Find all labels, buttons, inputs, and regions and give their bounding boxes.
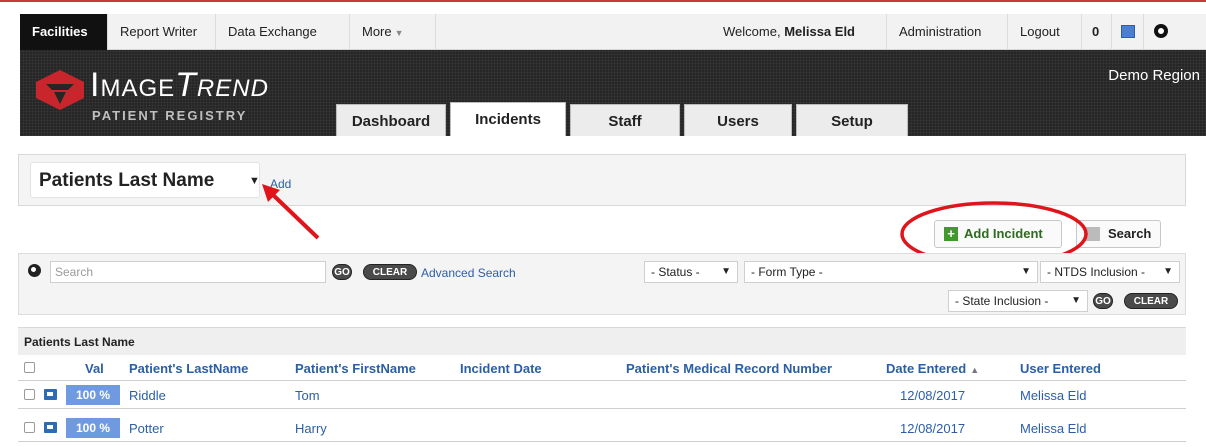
col-date-entered-label: Date Entered xyxy=(886,361,967,376)
nav-administration[interactable]: Administration xyxy=(887,14,1008,50)
col-last-name[interactable]: Patient's LastName xyxy=(129,361,248,376)
cell-last-name[interactable]: Potter xyxy=(129,421,164,436)
cell-date-entered: 12/08/2017 xyxy=(900,421,966,436)
notification-count[interactable]: 0 xyxy=(1082,14,1112,50)
chevron-down-icon: ▼ xyxy=(1163,266,1173,277)
row-checkbox[interactable] xyxy=(24,422,35,433)
validity-badge: 100 % xyxy=(66,418,120,438)
table-section-title: Patients Last Name xyxy=(24,335,135,349)
tab-staff-label: Staff xyxy=(608,113,642,130)
nav-more-label: More xyxy=(362,24,392,39)
top-nav: Facilities Report Writer Data Exchange M… xyxy=(20,14,1206,50)
cell-first-name[interactable]: Harry xyxy=(295,421,327,436)
state-go-button[interactable]: GO xyxy=(1093,293,1113,309)
search-icon-button[interactable] xyxy=(1144,14,1178,50)
logo-wordmark: ImageTrend xyxy=(90,66,269,105)
search-input[interactable] xyxy=(50,261,326,283)
view-selector[interactable]: Patients Last Name ▼ xyxy=(30,162,260,198)
logo-word-trend: Trend xyxy=(175,66,269,104)
nav-data-exchange[interactable]: Data Exchange xyxy=(216,14,350,50)
col-medical-record-number[interactable]: Patient's Medical Record Number xyxy=(626,361,832,376)
select-all-checkbox[interactable] xyxy=(24,362,35,373)
chevron-down-icon: ▼ xyxy=(721,266,731,277)
search-icon-inner xyxy=(1158,28,1164,34)
cell-last-name[interactable]: Riddle xyxy=(129,388,166,403)
logo-subtitle: PATIENT REGISTRY xyxy=(92,108,248,123)
nav-more[interactable]: More ▼ xyxy=(350,14,436,50)
tab-staff[interactable]: Staff xyxy=(570,104,680,136)
tab-dashboard-label: Dashboard xyxy=(351,113,431,130)
welcome-prefix: Welcome, xyxy=(723,24,781,39)
tab-users-label: Users xyxy=(717,113,759,130)
nav-facilities-label: Facilities xyxy=(32,24,88,39)
tab-incidents-label: Incidents xyxy=(475,111,541,128)
table-column-headers: Val Patient's LastName Patient's FirstNa… xyxy=(18,355,1186,381)
cell-user-entered: Melissa Eld xyxy=(1020,388,1087,403)
annotation-arrow-icon xyxy=(262,184,320,240)
state-clear-button[interactable]: CLEAR xyxy=(1124,293,1178,309)
cell-first-name[interactable]: Tom xyxy=(295,388,320,403)
col-first-name[interactable]: Patient's FirstName xyxy=(295,361,416,376)
chevron-down-icon: ▼ xyxy=(1071,295,1081,306)
tab-setup-label: Setup xyxy=(831,113,873,130)
page-title: Patients Last Name xyxy=(39,170,215,191)
nav-facilities[interactable]: Facilities xyxy=(20,14,108,50)
status-select-value: - Status - xyxy=(651,265,700,279)
nav-report-writer[interactable]: Report Writer xyxy=(108,14,216,50)
nav-data-exchange-label: Data Exchange xyxy=(228,24,317,39)
ntds-inclusion-select-value: - NTDS Inclusion - xyxy=(1047,265,1146,279)
table-row[interactable]: 100 % Riddle Tom 12/08/2017 Melissa Eld xyxy=(18,381,1186,409)
open-record-icon[interactable] xyxy=(44,389,57,400)
welcome-user-name: Melissa Eld xyxy=(784,24,855,39)
search-button-label: Search xyxy=(1108,226,1152,241)
region-name: Demo Region xyxy=(1108,67,1200,84)
search-icon xyxy=(28,264,41,277)
go-button[interactable]: GO xyxy=(332,264,352,280)
row-checkbox[interactable] xyxy=(24,389,35,400)
status-select[interactable]: - Status - ▼ xyxy=(644,261,738,283)
sort-ascending-icon: ▲ xyxy=(970,365,980,375)
table-section-header: Patients Last Name xyxy=(18,327,1186,355)
form-type-select-value: - Form Type - xyxy=(751,265,823,279)
validity-badge: 100 % xyxy=(66,385,120,405)
clear-button[interactable]: CLEAR xyxy=(363,264,417,280)
col-date-entered[interactable]: Date Entered ▲ xyxy=(886,361,979,376)
open-record-icon[interactable] xyxy=(44,422,57,433)
tab-incidents[interactable]: Incidents xyxy=(450,102,566,136)
cell-date-entered: 12/08/2017 xyxy=(900,388,966,403)
state-inclusion-select-value: - State Inclusion - xyxy=(955,294,1049,308)
col-val[interactable]: Val xyxy=(85,361,104,376)
notification-count-label: 0 xyxy=(1092,24,1100,39)
nav-logout[interactable]: Logout xyxy=(1008,14,1082,50)
tab-setup[interactable]: Setup xyxy=(796,104,908,136)
advanced-search-link[interactable]: Advanced Search xyxy=(421,266,516,280)
table-row[interactable]: 100 % Potter Harry 12/08/2017 Melissa El… xyxy=(18,414,1186,442)
state-inclusion-select[interactable]: - State Inclusion - ▼ xyxy=(948,290,1088,312)
nav-administration-label: Administration xyxy=(899,24,982,39)
top-border xyxy=(0,0,1206,2)
window-icon-button[interactable] xyxy=(1112,14,1144,50)
ntds-inclusion-select[interactable]: - NTDS Inclusion - ▼ xyxy=(1040,261,1180,283)
tab-users[interactable]: Users xyxy=(684,104,792,136)
nav-logout-label: Logout xyxy=(1020,24,1060,39)
chevron-down-icon: ▼ xyxy=(1021,266,1031,277)
form-type-select[interactable]: - Form Type - ▼ xyxy=(744,261,1038,283)
app-banner: ImageTrend PATIENT REGISTRY Demo Region … xyxy=(20,50,1206,136)
col-incident-date[interactable]: Incident Date xyxy=(460,361,542,376)
nav-report-writer-label: Report Writer xyxy=(120,24,198,39)
cell-user-entered: Melissa Eld xyxy=(1020,421,1087,436)
welcome-text: Welcome, Melissa Eld xyxy=(711,14,887,50)
tab-dashboard[interactable]: Dashboard xyxy=(336,104,446,136)
logo-word-image: Image xyxy=(90,66,176,104)
col-user-entered[interactable]: User Entered xyxy=(1020,361,1101,376)
chevron-down-icon: ▼ xyxy=(394,28,404,38)
window-icon xyxy=(1121,25,1135,38)
imagetrend-logo-icon xyxy=(36,70,84,110)
